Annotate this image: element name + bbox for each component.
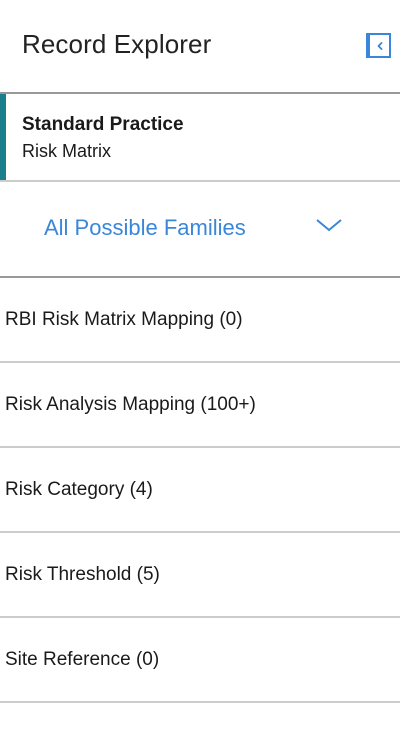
context-accent-bar — [0, 94, 6, 180]
panel-header: Record Explorer — [0, 0, 400, 92]
families-dropdown[interactable]: All Possible Families — [0, 182, 400, 276]
collapse-panel-button[interactable] — [366, 33, 391, 58]
list-item-label: Risk Threshold (5) — [5, 564, 160, 585]
list-item[interactable]: Risk Category (4) — [0, 448, 400, 533]
list-item-label: RBI Risk Matrix Mapping (0) — [5, 309, 243, 330]
list-item-label: Risk Category (4) — [5, 479, 153, 500]
chevron-left-icon — [377, 41, 382, 50]
context-title: Standard Practice — [22, 114, 184, 135]
list-item-label: Site Reference (0) — [5, 649, 160, 670]
record-explorer-panel: Record Explorer Standard Practice Risk M… — [0, 0, 400, 737]
list-item[interactable]: RBI Risk Matrix Mapping (0) — [0, 278, 400, 363]
panel-title: Record Explorer — [22, 29, 212, 59]
family-list: RBI Risk Matrix Mapping (0) Risk Analysi… — [0, 278, 400, 703]
families-dropdown-label: All Possible Families — [44, 215, 246, 240]
list-item[interactable]: Site Reference (0) — [0, 618, 400, 703]
context-card[interactable]: Standard Practice Risk Matrix — [0, 94, 400, 180]
list-item[interactable]: Risk Analysis Mapping (100+) — [0, 363, 400, 448]
list-item[interactable]: Risk Threshold (5) — [0, 533, 400, 618]
context-subtitle: Risk Matrix — [22, 141, 111, 161]
chevron-down-icon — [316, 219, 342, 232]
list-item-label: Risk Analysis Mapping (100+) — [5, 394, 256, 415]
